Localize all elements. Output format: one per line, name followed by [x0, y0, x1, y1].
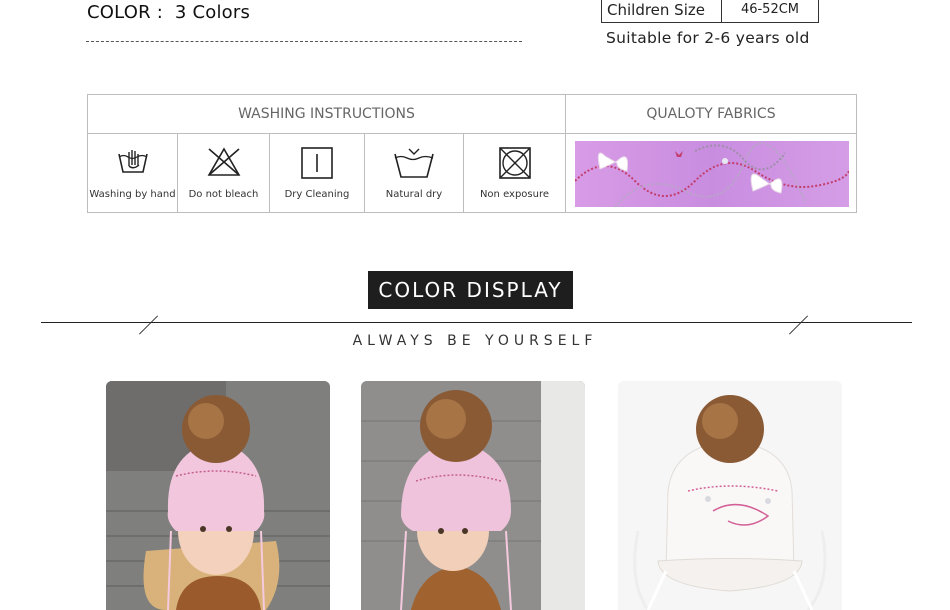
instruction-cell-non-exposure: Non exposure: [464, 134, 566, 212]
instruction-cell-hand-wash: Washing by hand: [88, 134, 178, 212]
washing-instructions-table: WASHING INSTRUCTIONS QUALOTY FABRICS Was…: [87, 94, 857, 213]
white-hat-product-photo[interactable]: [618, 381, 842, 610]
no-bleach-icon: [207, 147, 240, 176]
natural-dry-icon: [394, 148, 434, 178]
age-text: Suitable for 2-6 years old: [606, 29, 810, 47]
dry-cleaning-icon: [301, 147, 333, 179]
fabric-sample-image: [575, 141, 849, 207]
instruction-label: Washing by hand: [89, 189, 176, 200]
color-info: COLOR : 3 Colors: [87, 2, 250, 23]
color-display-title: COLOR DISPLAY: [368, 271, 573, 309]
quality-fabrics-header: QUALOTY FABRICS: [566, 95, 856, 134]
instruction-cell-dry-cleaning: Dry Cleaning: [270, 134, 365, 212]
tagline: ALWAYS BE YOURSELF: [352, 333, 598, 349]
non-exposure-icon: [498, 147, 531, 179]
instruction-cell-natural-dry: Natural dry: [365, 134, 464, 212]
instruction-cell-no-bleach: Do not bleach: [178, 134, 270, 212]
color-value: 3 Colors: [174, 2, 251, 23]
girl-pink-hat-photo-2[interactable]: [361, 381, 585, 610]
divider-accent-right: [788, 315, 809, 335]
instruction-label: Do not bleach: [188, 189, 259, 200]
size-label: Children Size: [602, 0, 722, 22]
size-value: 46-52CM: [740, 2, 800, 17]
girl-pink-hat-photo-1[interactable]: [106, 381, 330, 610]
instruction-label: Non exposure: [479, 189, 550, 200]
dashed-divider: [86, 41, 522, 42]
size-table: Children Size 46-52CM: [601, 0, 819, 23]
hand-wash-icon: [117, 150, 148, 173]
section-divider: [41, 322, 912, 323]
color-label: COLOR :: [87, 2, 163, 23]
washing-instructions-header: WASHING INSTRUCTIONS: [88, 95, 566, 134]
divider-accent-left: [138, 315, 159, 335]
instruction-label: Dry Cleaning: [284, 189, 350, 200]
instruction-label: Natural dry: [385, 189, 443, 200]
